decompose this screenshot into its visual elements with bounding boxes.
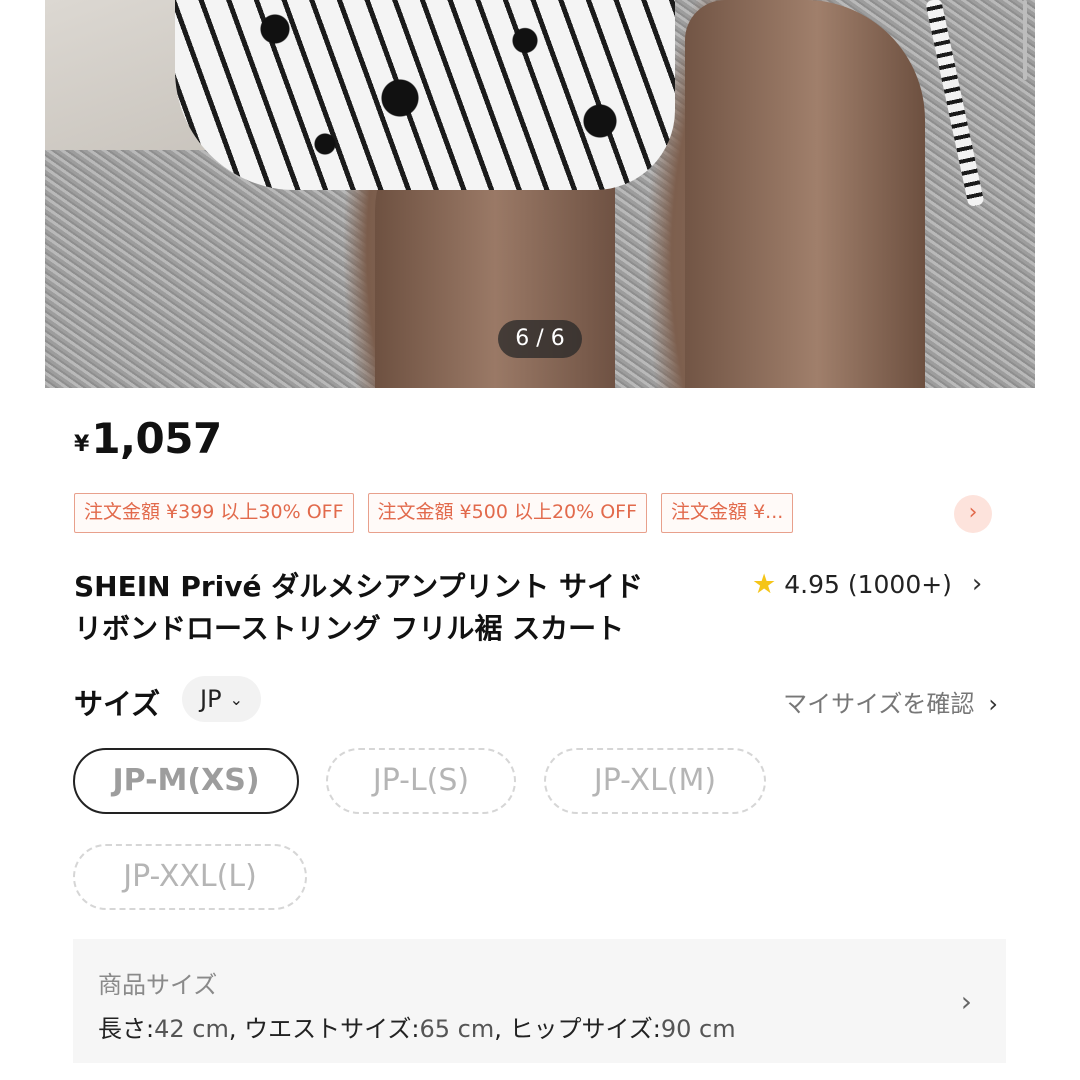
- my-size-link[interactable]: マイサイズを確認 ›: [783, 684, 998, 719]
- size-option-jp-xxl[interactable]: JP-XXL(L): [73, 844, 307, 910]
- rating-count: (1000+): [847, 569, 952, 599]
- coupon-tag[interactable]: 注文金額 ¥500 以上20% OFF: [367, 493, 648, 533]
- coupon-list: 注文金額 ¥399 以上30% OFF 注文金額 ¥500 以上20% OFF …: [74, 493, 794, 533]
- size-label: サイズ: [74, 687, 161, 721]
- chevron-right-icon: ›: [971, 569, 983, 599]
- chevron-down-icon: ⌄: [229, 690, 243, 709]
- rating-summary[interactable]: ★ 4.95 (1000+) ›: [752, 566, 982, 602]
- size-option-jp-xl[interactable]: JP-XL(M): [544, 748, 766, 814]
- chevron-right-icon: ›: [960, 985, 972, 1018]
- waist-label: ウエストサイズ:: [244, 1015, 420, 1043]
- product-measurements-panel[interactable]: 商品サイズ 長さ:42 cm, ウエストサイズ:65 cm, ヒップサイズ:90…: [73, 939, 1006, 1063]
- price: ¥1,057: [74, 414, 222, 463]
- price-amount: 1,057: [91, 414, 222, 463]
- coupon-tag[interactable]: 注文金額 ¥399 以上30% OFF: [74, 493, 354, 533]
- star-icon: ★: [752, 568, 777, 600]
- scroll-indicator: [1023, 0, 1027, 80]
- length-label: 長さ:: [98, 1015, 155, 1043]
- rating-value: 4.95: [784, 569, 840, 599]
- product-title-line: リボンドローストリング フリル裾 スカート: [74, 612, 625, 645]
- model-leg-right: [685, 0, 925, 388]
- coupon-tag[interactable]: 注文金額 ¥...: [661, 493, 794, 533]
- measurements-title: 商品サイズ: [98, 971, 218, 999]
- length-value: 42 cm: [154, 1015, 229, 1043]
- measurements-line: 長さ:42 cm, ウエストサイズ:65 cm, ヒップサイズ:90 cm: [98, 1015, 736, 1043]
- hip-label: ヒップサイズ:: [509, 1015, 661, 1043]
- size-region-select[interactable]: JP ⌄: [182, 676, 261, 722]
- drawstring: [925, 0, 985, 208]
- waist-value: 65 cm: [419, 1015, 495, 1043]
- my-size-label: マイサイズを確認: [783, 690, 975, 718]
- currency-symbol: ¥: [74, 432, 90, 457]
- coupon-more-chevron-icon[interactable]: ›: [954, 495, 992, 533]
- size-region-value: JP: [200, 685, 222, 713]
- size-option-jp-m[interactable]: JP-M(XS): [73, 748, 299, 814]
- product-title: SHEIN Privé ダルメシアンプリント サイド リボンドローストリング フ…: [74, 566, 714, 650]
- skirt-print: [175, 0, 675, 190]
- hip-value: 90 cm: [660, 1015, 736, 1043]
- size-option-jp-l[interactable]: JP-L(S): [326, 748, 516, 814]
- product-title-line: SHEIN Privé ダルメシアンプリント サイド: [74, 570, 644, 603]
- chevron-right-icon: ›: [988, 690, 998, 718]
- image-counter: 6 / 6: [498, 320, 582, 358]
